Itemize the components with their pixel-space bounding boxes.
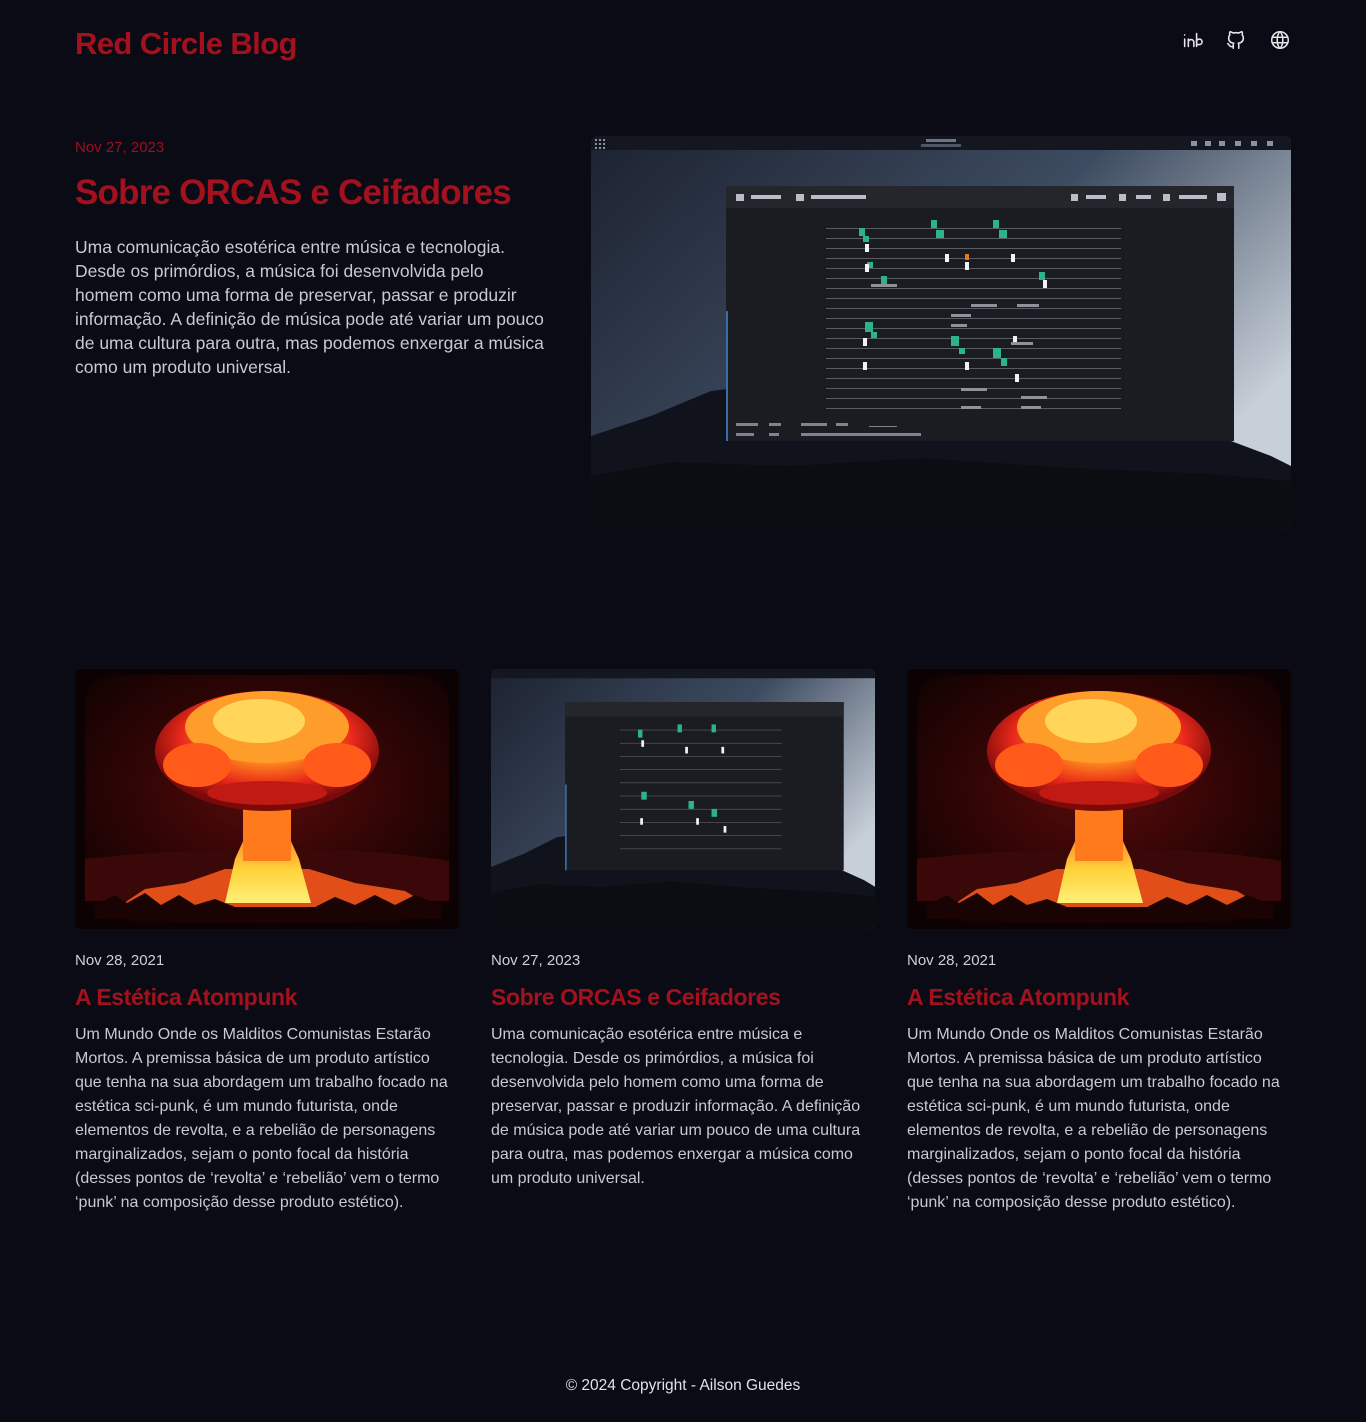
post-card: Nov 28, 2021 A Estética Atompunk Um Mund…: [75, 669, 459, 1215]
post-card-title[interactable]: Sobre ORCAS e Ceifadores: [491, 983, 875, 1011]
post-card-description: Um Mundo Onde os Malditos Comunistas Est…: [75, 1026, 448, 1211]
post-card-description: Uma comunicação esotérica entre música e…: [491, 1026, 861, 1187]
linkedin-icon[interactable]: [1181, 29, 1203, 51]
copyright-text: © 2024 Copyright - Ailson Guedes: [565, 1377, 801, 1394]
post-card-image[interactable]: [75, 669, 459, 929]
post-card-description: Um Mundo Onde os Malditos Comunistas Est…: [907, 1026, 1280, 1211]
post-card-date: Nov 28, 2021: [907, 952, 997, 969]
site-footer: © 2024 Copyright - Ailson Guedes: [0, 1377, 1366, 1395]
social-links: [1181, 29, 1291, 51]
post-card-date: Nov 28, 2021: [75, 952, 165, 969]
post-list: Nov 28, 2021 A Estética Atompunk Um Mund…: [75, 669, 1291, 1215]
featured-post-date: Nov 27, 2023: [75, 139, 165, 156]
post-card-title[interactable]: A Estética Atompunk: [907, 983, 1291, 1011]
post-card-image[interactable]: [907, 669, 1291, 929]
post-card: Nov 28, 2021 A Estética Atompunk Um Mund…: [907, 669, 1291, 1215]
featured-post-description: Uma comunicação esotérica entre música e…: [75, 237, 544, 377]
site-header: Red Circle Blog: [75, 22, 1291, 66]
post-card: Nov 27, 2023 Sobre ORCAS e Ceifadores Um…: [491, 669, 875, 1215]
featured-post-image[interactable]: [591, 136, 1291, 530]
featured-post-text: Nov 27, 2023 Sobre ORCAS e Ceifadores Um…: [75, 136, 545, 379]
brand-logo[interactable]: Red Circle Blog: [75, 26, 297, 62]
featured-post: Nov 27, 2023 Sobre ORCAS e Ceifadores Um…: [75, 136, 1291, 530]
globe-icon[interactable]: [1269, 29, 1291, 51]
post-card-image[interactable]: [491, 669, 875, 929]
post-card-title[interactable]: A Estética Atompunk: [75, 983, 459, 1011]
post-card-date: Nov 27, 2023: [491, 952, 581, 969]
github-icon[interactable]: [1225, 29, 1247, 51]
featured-post-title[interactable]: Sobre ORCAS e Ceifadores: [75, 173, 545, 213]
